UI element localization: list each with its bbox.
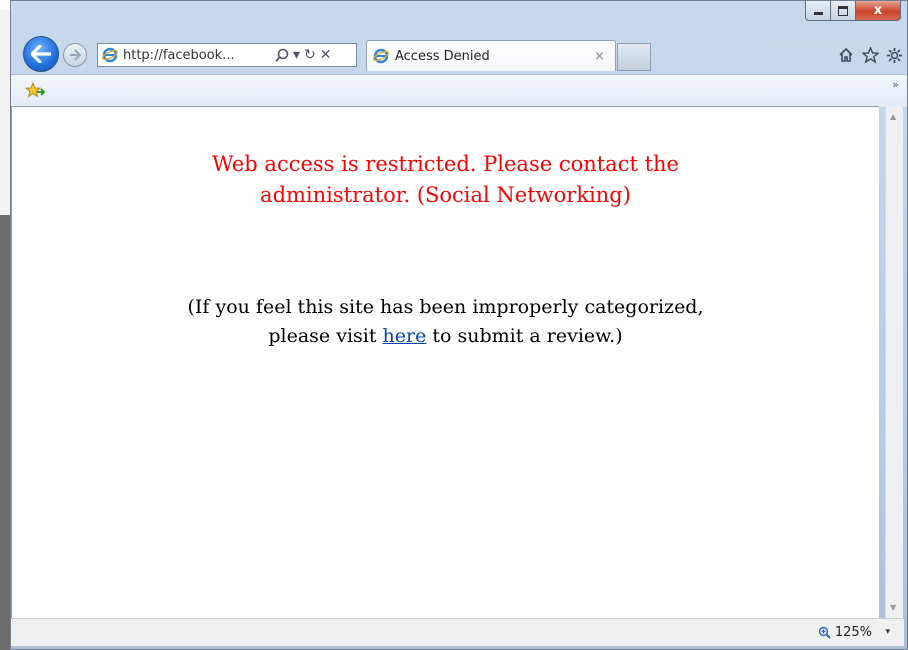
favorites-overflow-icon[interactable]: »	[892, 78, 899, 91]
navigation-bar: http://facebook... ▾ ↻ ✕ Access Denied ×	[11, 34, 907, 74]
minimize-icon	[813, 12, 823, 15]
settings-gear-icon[interactable]	[885, 46, 903, 64]
scroll-down-icon[interactable]: ▼	[890, 603, 896, 612]
new-tab-button[interactable]	[617, 43, 651, 71]
desktop-edge	[0, 10, 10, 215]
restriction-message-line1: Web access is restricted. Please contact…	[212, 152, 679, 176]
vertical-scrollbar[interactable]: ▲ ▼	[885, 106, 903, 618]
restriction-message-line2: administrator. (Social Networking)	[260, 183, 631, 207]
address-url[interactable]: http://facebook...	[123, 48, 271, 63]
review-note: (If you feel this site has been improper…	[12, 293, 879, 351]
stop-icon[interactable]: ✕	[320, 47, 332, 63]
review-note-prefix: please visit	[268, 325, 383, 347]
ie-page-icon	[102, 47, 118, 63]
favorites-star-icon[interactable]	[861, 46, 879, 64]
zoom-level: 125%	[834, 625, 872, 640]
favorites-bar: »	[11, 74, 907, 107]
add-favorites-icon[interactable]	[25, 82, 45, 100]
back-arrow-icon	[31, 45, 51, 63]
tab-title: Access Denied	[395, 48, 490, 64]
close-icon: x	[873, 3, 883, 18]
forward-button[interactable]	[63, 43, 87, 67]
tab-close-icon[interactable]: ×	[594, 49, 605, 64]
ie-tab-icon	[373, 48, 389, 64]
review-note-line1: (If you feel this site has been improper…	[187, 296, 704, 318]
caption-buttons: x	[805, 1, 901, 21]
restriction-message: Web access is restricted. Please contact…	[12, 149, 879, 211]
address-dropdown-icon[interactable]: ▾	[293, 47, 300, 63]
review-note-suffix: to submit a review.)	[426, 325, 623, 347]
tab-access-denied[interactable]: Access Denied ×	[366, 40, 616, 71]
zoom-dropdown-icon[interactable]: ▾	[885, 627, 890, 637]
maximize-icon	[838, 5, 848, 16]
review-link[interactable]: here	[383, 325, 427, 347]
home-icon[interactable]	[837, 46, 855, 64]
browser-toolbar-icons	[837, 46, 903, 64]
scroll-up-icon[interactable]: ▲	[890, 112, 896, 121]
minimize-button[interactable]	[805, 1, 831, 21]
close-button[interactable]: x	[856, 1, 901, 21]
search-icon[interactable]	[275, 48, 289, 62]
forward-arrow-icon	[70, 49, 81, 61]
review-note-line2: please visit here to submit a review.)	[12, 322, 879, 351]
refresh-icon[interactable]: ↻	[304, 47, 316, 63]
back-button[interactable]	[23, 36, 59, 72]
desktop-edge-dark	[0, 215, 10, 650]
address-bar[interactable]: http://facebook... ▾ ↻ ✕	[97, 43, 357, 67]
maximize-button[interactable]	[831, 1, 856, 21]
status-bar: 125% ▾	[11, 618, 904, 646]
zoom-magnifier-icon	[818, 626, 831, 639]
zoom-control[interactable]: 125%	[818, 625, 872, 640]
page-content: Web access is restricted. Please contact…	[11, 106, 879, 618]
